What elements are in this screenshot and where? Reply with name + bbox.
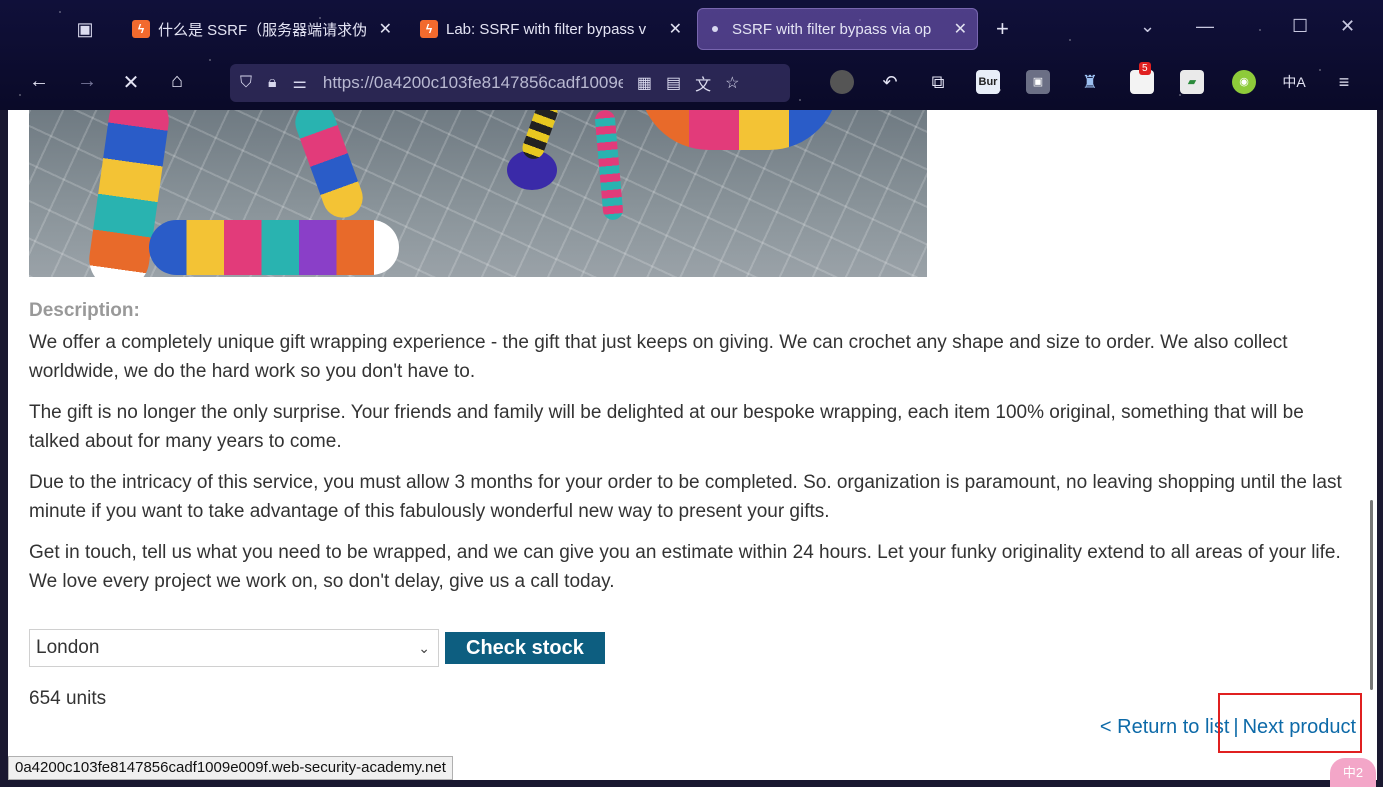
annotation-highlight-box [1218, 693, 1362, 753]
yarn-leg [519, 110, 561, 162]
loading-dot-icon [712, 26, 718, 32]
tab-title: Lab: SSRF with filter bypass v [446, 20, 647, 38]
tab-title: 什么是 SSRF（服务器端请求伪 [158, 21, 368, 39]
store-select-value: London [36, 637, 100, 658]
status-bar-url: 0a4200c103fe8147856cadf1009e009f.web-sec… [8, 756, 453, 780]
extension-circle-icon[interactable] [830, 70, 854, 94]
menu-hamburger-icon[interactable]: ≡ [1332, 70, 1356, 94]
tab-active-lab-page[interactable]: SSRF with filter bypass via op ✕ [697, 8, 978, 50]
reader-view-icon[interactable]: ▤ [666, 73, 681, 93]
store-select[interactable]: London ⌄ [29, 629, 439, 667]
stock-result: 654 units [29, 688, 107, 709]
new-tab-icon[interactable]: + [996, 16, 1009, 42]
chevron-down-icon[interactable]: ⌄ [1140, 16, 1155, 37]
window-frame-left [0, 110, 8, 787]
return-to-list-link[interactable]: < Return to list [1100, 716, 1230, 738]
save-disk-icon[interactable]: ▣ [1026, 70, 1050, 94]
check-stock-button[interactable]: Check stock [445, 632, 605, 664]
yarn-wheel [639, 110, 839, 150]
description-paragraph: Get in touch, tell us what you need to b… [29, 542, 1341, 592]
description-paragraph: Due to the intricacy of this service, yo… [29, 472, 1342, 522]
window-frame-right [1377, 110, 1383, 787]
maximize-icon[interactable]: ☐ [1292, 16, 1308, 37]
green-extension-icon[interactable]: ◉ [1232, 70, 1256, 94]
product-description: Description: We offer a completely uniqu… [29, 300, 1349, 608]
burp-extension-icon[interactable]: Bur [976, 70, 1000, 94]
close-tab-icon[interactable]: ✕ [379, 19, 392, 39]
stock-check-form: London ⌄ Check stock [29, 629, 605, 667]
lock-icon[interactable]: 🔒︎ [268, 74, 277, 92]
yarn-bike-fork [289, 110, 369, 224]
undo-arrow-icon[interactable]: ↶ [878, 70, 902, 94]
page-scrollbar[interactable] [1370, 500, 1373, 690]
shield-icon[interactable]: ⛉ [240, 74, 252, 92]
tab-ssrf-article[interactable]: ϟ 什么是 SSRF（服务器端请求伪 ✕ [122, 8, 402, 50]
close-window-icon[interactable]: ✕ [1340, 16, 1355, 37]
minimize-icon[interactable]: — [1196, 16, 1214, 37]
extensions-puzzle-icon[interactable]: ⧉ [926, 70, 950, 94]
translate-extension-icon[interactable]: 中A [1282, 70, 1306, 94]
tab-list-icon[interactable]: ▣ [74, 18, 96, 40]
url-text[interactable]: https://0a4200c103fe8147856cadf1009e009f… [323, 73, 623, 93]
forward-arrow-icon[interactable]: → [74, 70, 100, 93]
close-tab-icon[interactable]: ✕ [954, 19, 967, 39]
description-label: Description: [29, 300, 140, 321]
qr-code-icon[interactable]: ▦ [637, 73, 652, 93]
description-paragraph: The gift is no longer the only surprise.… [29, 402, 1304, 452]
folder-extension-icon[interactable]: ▰ [1180, 70, 1204, 94]
tab-bar: ▣ ϟ 什么是 SSRF（服务器端请求伪 ✕ ϟ Lab: SSRF with … [0, 0, 1383, 58]
close-tab-icon[interactable]: ✕ [669, 19, 682, 39]
bird-icon[interactable]: ♜ [1078, 70, 1102, 94]
home-icon[interactable]: ⌂ [164, 70, 190, 93]
ime-indicator[interactable]: 中2 [1330, 758, 1376, 787]
portswigger-favicon-icon: ϟ [132, 20, 150, 38]
yarn-bike-tube [149, 220, 399, 275]
tab-lab[interactable]: ϟ Lab: SSRF with filter bypass v ✕ [410, 8, 692, 50]
chevron-down-icon: ⌄ [418, 639, 430, 656]
bookmark-star-icon[interactable]: ☆ [725, 73, 739, 93]
window-frame-bottom [0, 780, 1383, 787]
badge-count: 5 [1139, 62, 1151, 75]
portswigger-favicon-icon: ϟ [420, 20, 438, 38]
product-image [29, 110, 927, 277]
translate-icon[interactable]: 文 [695, 71, 711, 95]
description-paragraph: We offer a completely unique gift wrappi… [29, 332, 1288, 382]
address-bar[interactable]: ⛉ 🔒︎ ⚌ https://0a4200c103fe8147856cadf10… [230, 64, 790, 102]
permissions-icon[interactable]: ⚌ [293, 73, 307, 93]
navigation-bar: ← → ✕ ⌂ ⛉ 🔒︎ ⚌ https://0a4200c103fe81478… [0, 58, 1383, 110]
page-viewport: Description: We offer a completely uniqu… [8, 110, 1377, 780]
yarn-leg [594, 110, 624, 221]
back-arrow-icon[interactable]: ← [26, 70, 52, 93]
stop-loading-icon[interactable]: ✕ [118, 70, 144, 95]
tab-title: SSRF with filter bypass via op [732, 20, 932, 38]
mail-extension-icon[interactable]: 5 [1130, 62, 1154, 94]
